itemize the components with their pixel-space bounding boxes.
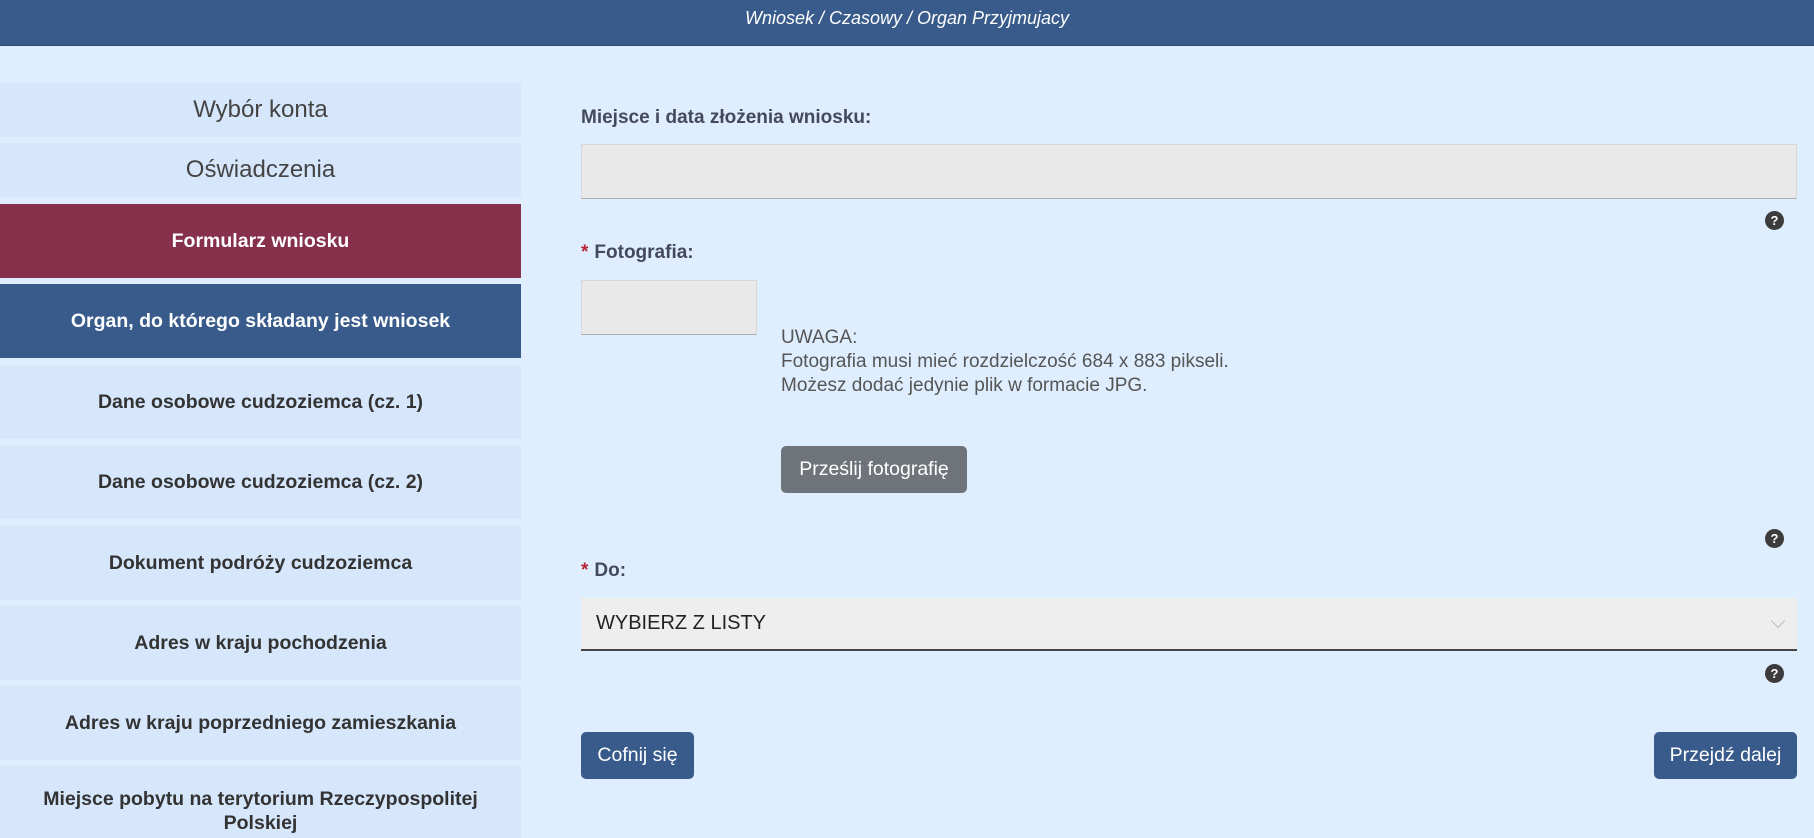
to-label: * Do: (581, 560, 627, 581)
chevron-down-icon (1770, 613, 1786, 629)
sidebar-item-label: Dane osobowe cudzoziemca (cz. 1) (97, 391, 424, 413)
place-date-field[interactable] (581, 144, 1797, 199)
back-button[interactable]: Cofnij się (581, 732, 694, 779)
sidebar-item-residence-poland[interactable]: Miejsce pobytu na terytorium Rzeczypospo… (0, 766, 521, 838)
next-button[interactable]: Przejdź dalej (1654, 732, 1797, 779)
sidebar-item-previous-address[interactable]: Adres w kraju poprzedniego zamieszkania (0, 686, 521, 760)
sidebar-item-label: Oświadczenia (185, 156, 336, 183)
sidebar-item-statements[interactable]: Oświadczenia (0, 143, 521, 197)
help-icon[interactable]: ? (1765, 664, 1784, 683)
sidebar-item-origin-address[interactable]: Adres w kraju pochodzenia (0, 606, 521, 680)
sidebar-item-label: Miejsce pobytu na terytorium Rzeczypospo… (43, 788, 478, 834)
authority-select-value: WYBIERZ Z LISTY (596, 612, 767, 634)
photo-note-resolution: Fotografia musi mieć rozdzielczość 684 x… (781, 351, 1229, 372)
photo-preview (581, 280, 757, 335)
required-asterisk: * (581, 560, 589, 581)
sidebar-item-account[interactable]: Wybór konta (0, 83, 521, 137)
photo-note-format: Możesz dodać jedynie plik w formacie JPG… (781, 375, 1148, 396)
sidebar-item-label: Dokument podróży cudzoziemca (108, 552, 413, 574)
sidebar-item-label: Wybór konta (193, 96, 328, 123)
sidebar-item-travel-document[interactable]: Dokument podróży cudzoziemca (0, 526, 521, 600)
required-asterisk: * (581, 242, 589, 263)
help-icon[interactable]: ? (1765, 529, 1784, 548)
sidebar-item-label: Adres w kraju pochodzenia (134, 632, 387, 654)
sidebar-item-personal-data-2[interactable]: Dane osobowe cudzoziemca (cz. 2) (0, 445, 521, 519)
place-date-label: Miejsce i data złożenia wniosku: (581, 107, 872, 128)
photo-label: * Fotografia: (581, 242, 694, 263)
upload-photo-button[interactable]: Prześlij fotografię (781, 446, 967, 493)
sidebar-item-application-form[interactable]: Formularz wniosku (0, 204, 521, 278)
photo-note: UWAGA: Fotografia musi mieć rozdzielczoś… (781, 326, 1229, 398)
sidebar-item-label: Dane osobowe cudzoziemca (cz. 2) (97, 471, 424, 493)
sidebar-item-label: Adres w kraju poprzedniego zamieszkania (64, 712, 457, 734)
breadcrumb: Wniosek / Czasowy / Organ Przyjmujacy (744, 8, 1070, 28)
sidebar-item-authority[interactable]: Organ, do którego składany jest wniosek (0, 284, 521, 358)
sidebar-item-personal-data-1[interactable]: Dane osobowe cudzoziemca (cz. 1) (0, 365, 521, 439)
sidebar-item-label: Organ, do którego składany jest wniosek (70, 310, 451, 332)
breadcrumb-bar: Wniosek / Czasowy / Organ Przyjmujacy (0, 0, 1814, 46)
authority-select[interactable]: WYBIERZ Z LISTY (581, 598, 1797, 651)
photo-note-title: UWAGA: (781, 327, 858, 348)
sidebar-item-label: Formularz wniosku (171, 230, 350, 252)
help-icon[interactable]: ? (1765, 211, 1784, 230)
